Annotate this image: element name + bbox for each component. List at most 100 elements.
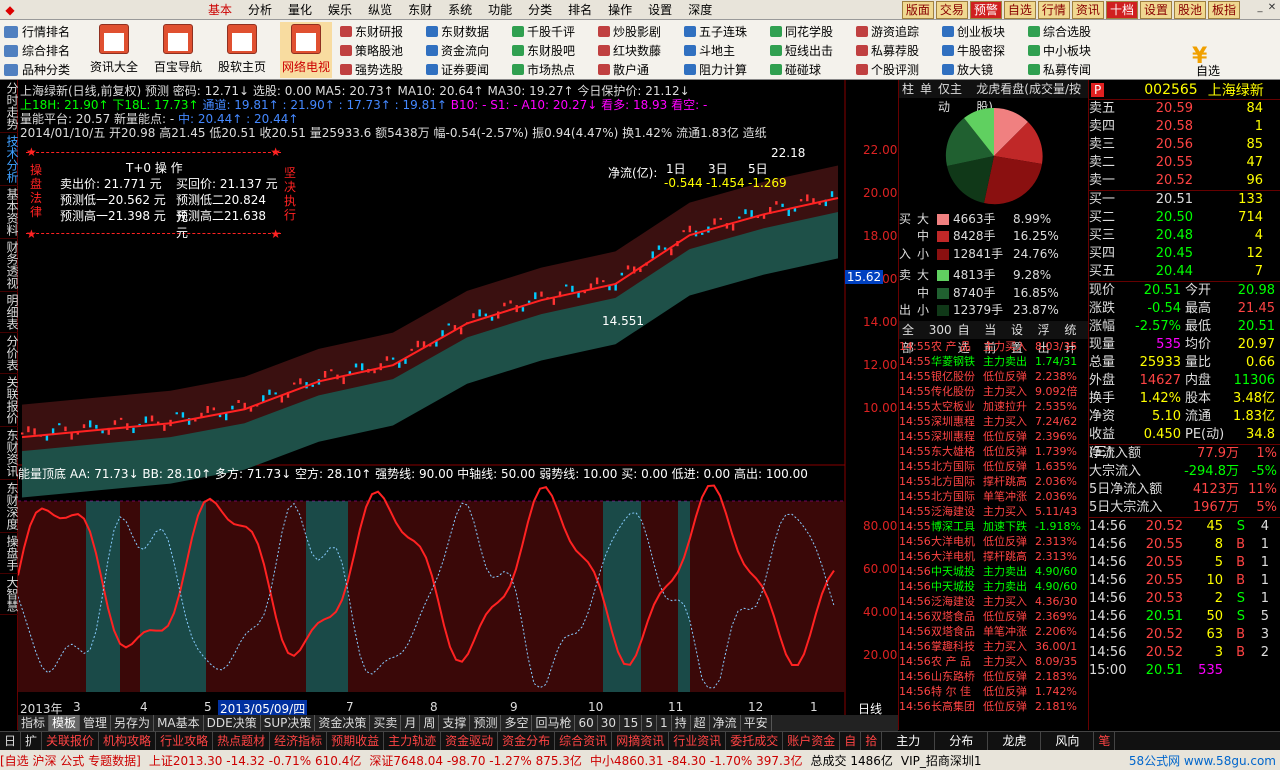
dragon-list-item[interactable]: 14:56 大洋电机 撑杆跳高 2.313% [899,549,1088,564]
chart-tab-8[interactable]: 买卖 [370,715,402,731]
quick-5[interactable]: 资讯 [1071,1,1104,19]
bottom-tab-12[interactable]: 网摘资讯 [612,732,670,750]
quick-8[interactable]: 股池 [1173,1,1206,19]
dragon-list-item[interactable]: 14:56 掌趣科技 主力买入 36.00/1 [899,639,1088,654]
chart-tab-11[interactable]: 支撑 [439,715,471,731]
quick-3[interactable]: 自选 [1003,1,1036,19]
chart-tab-16[interactable]: 30 [598,715,621,731]
chart-tab-2[interactable]: 管理 [80,715,112,731]
sidebar-tab-1[interactable]: 技术分析 [0,133,19,186]
mid-tab-3[interactable]: 龙虎看盘(成交量/按股) [973,80,1088,114]
chart-tab-0[interactable]: 指标 [18,715,50,731]
dragon-list-item[interactable]: 14:55 东大雄格 低位反弹 1.739% [899,444,1088,459]
chart-tab-13[interactable]: 多空 [501,715,533,731]
quick-7[interactable]: 设置 [1139,1,1172,19]
chart-tab-20[interactable]: 持 [672,715,691,731]
toolbar-big-1[interactable]: 百宝导航 [152,22,204,78]
menu-6[interactable]: 系统 [440,0,480,20]
toolbar-zixuan[interactable]: 自选 [1196,62,1220,79]
menu-9[interactable]: 排名 [560,0,600,20]
toolbar-grid-22[interactable]: 阻力计算 [684,60,770,79]
sidebar-tab-4[interactable]: 明细表 [0,292,19,333]
toolbar-grid-11[interactable]: 东财股吧 [512,41,598,60]
chart-tab-23[interactable]: 平安 [741,715,772,731]
toolbar-grid-19[interactable]: 证券要闻 [426,60,512,79]
toolbar-grid-10[interactable]: 资金流向 [426,41,512,60]
mid-filter-4[interactable]: 设置 [1008,321,1035,355]
toolbar-grid-6[interactable]: 游资追踪 [856,22,942,41]
menu-11[interactable]: 设置 [640,0,680,20]
bottom-tab-19[interactable]: 分布 [935,732,989,750]
dragon-list-item[interactable]: 14:56 山东路桥 低位反弹 2.183% [899,669,1088,684]
chart-tab-7[interactable]: 资金决策 [315,715,371,731]
bottom-tab-21[interactable]: 风向 [1041,732,1095,750]
toolbar-grid-5[interactable]: 同花学股 [770,22,856,41]
bottom-tab-2[interactable]: 关联报价 [42,732,100,750]
sidebar-tab-3[interactable]: 财务透视 [0,239,19,292]
dragon-list-item[interactable]: 14:56 双塔食品 低位反弹 2.369% [899,609,1088,624]
dragon-list-item[interactable]: 14:56 中天城投 主力卖出 4.90/60 [899,579,1088,594]
mid-filter-3[interactable]: 当前 [981,321,1008,355]
sidebar-tab-2[interactable]: 基本资料 [0,186,19,239]
toolbar-grid-0[interactable]: 东财研报 [340,22,426,41]
toolbar-grid-24[interactable]: 个股评测 [856,60,942,79]
bottom-tab-9[interactable]: 资金驱动 [441,732,499,750]
mid-tab-2[interactable]: 仅主动 [935,80,973,114]
sidebar-tab-9[interactable]: 操盘手 [0,533,19,574]
toolbar-grid-4[interactable]: 五子连珠 [684,22,770,41]
quick-9[interactable]: 板指 [1207,1,1240,19]
chart-tab-21[interactable]: 超 [691,715,710,731]
chart-tab-18[interactable]: 5 [642,715,657,731]
bottom-tab-22[interactable]: 笔 [1094,732,1116,750]
status-links[interactable]: [自选 沪深 公式 专题数据] [0,752,141,769]
toolbar-grid-16[interactable]: 牛股密探 [942,41,1028,60]
bottom-tab-16[interactable]: 自 [840,732,862,750]
toolbar-big-2[interactable]: 股软主页 [216,22,268,78]
toolbar-grid-1[interactable]: 东财数据 [426,22,512,41]
chart-tab-19[interactable]: 1 [657,715,672,731]
toolbar-grid-23[interactable]: 碰碰球 [770,60,856,79]
dragon-list-item[interactable]: 14:55 北方国际 撑杆跳高 2.036% [899,474,1088,489]
dragon-list-item[interactable]: 14:56 大洋电机 低位反弹 2.313% [899,534,1088,549]
toolbar-grid-25[interactable]: 放大镜 [942,60,1028,79]
sidebar-tab-10[interactable]: 大智慧 [0,574,19,615]
quick-6[interactable]: 十档 [1105,1,1138,19]
toolbar-grid-21[interactable]: 散户通 [598,60,684,79]
menu-8[interactable]: 分类 [520,0,560,20]
quick-1[interactable]: 交易 [935,1,968,19]
toolbar-left-2[interactable]: 品种分类 [4,60,70,79]
dragon-list-item[interactable]: 14:55 泛海建设 主力买入 5.11/43 [899,504,1088,519]
toolbar-grid-9[interactable]: 策略股池 [340,41,426,60]
chart-tab-5[interactable]: DDE决策 [204,715,261,731]
sidebar-tab-0[interactable]: 分时走势 [0,80,19,133]
dragon-list-item[interactable]: 14:56 中天城投 主力卖出 4.90/60 [899,564,1088,579]
mid-tab-0[interactable]: 柱 [899,80,917,98]
dragon-list-item[interactable]: 14:55 农 产 品主力买入 8.03/35 [899,339,1088,354]
bottom-tab-15[interactable]: 账户资金 [783,732,841,750]
dragon-list-item[interactable]: 14:56 农 产 品主力买入 8.09/35 [899,654,1088,669]
chart-tab-9[interactable]: 月 [401,715,421,731]
sidebar-tab-6[interactable]: 关联报价 [0,374,19,427]
bottom-tab-6[interactable]: 经济指标 [270,732,328,750]
sidebar-tab-7[interactable]: 东财资讯 [0,427,19,480]
mid-filter-6[interactable]: 统计 [1061,321,1088,355]
mid-filter-5[interactable]: 浮出 [1035,321,1062,355]
bottom-tab-4[interactable]: 行业攻略 [156,732,214,750]
mid-filter-1[interactable]: 300 [926,321,955,339]
bottom-tab-0[interactable]: 日 [0,732,22,750]
dragon-list-item[interactable]: 14:55 太空板业 加速拉升 2.535% [899,399,1088,414]
dragon-list-item[interactable]: 14:55 华菱钢铁 主力卖出 1.74/31 [899,354,1088,369]
bottom-tab-17[interactable]: 拾 [861,732,883,750]
toolbar-grid-8[interactable]: 综合选股 [1028,22,1114,41]
bottom-tab-10[interactable]: 资金分布 [498,732,556,750]
chart-tab-17[interactable]: 15 [620,715,643,731]
main-chart-area[interactable]: 上海绿新(日线,前复权) 预测 密码: 12.71↓ 选股: 0.00 MA5:… [18,80,898,717]
chart-tab-14[interactable]: 回马枪 [532,715,576,731]
quick-0[interactable]: 版面 [901,1,934,19]
toolbar-grid-2[interactable]: 千股千评 [512,22,598,41]
sidebar-tab-5[interactable]: 分价表 [0,333,19,374]
bottom-tab-7[interactable]: 预期收益 [327,732,385,750]
toolbar-grid-13[interactable]: 斗地主 [684,41,770,60]
bottom-tab-14[interactable]: 委托成交 [726,732,784,750]
toolbar-grid-12[interactable]: 红块数藤 [598,41,684,60]
